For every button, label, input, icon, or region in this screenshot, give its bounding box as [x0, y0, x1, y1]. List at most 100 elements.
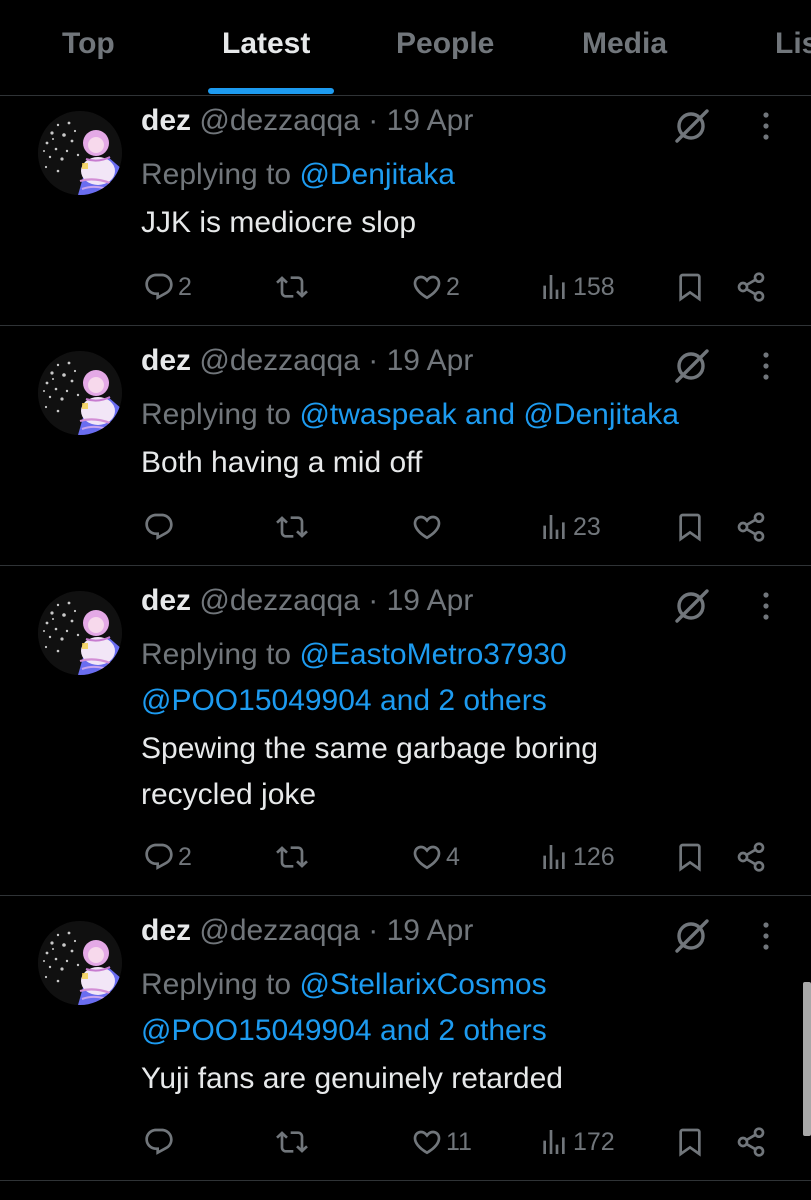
replying-to-label: Replying to — [141, 398, 300, 431]
repost-button[interactable] — [276, 1122, 311, 1162]
tweet-actions: 11 172 — [0, 1122, 811, 1162]
avatar[interactable] — [38, 111, 122, 195]
handle[interactable]: @dezzaqqa — [199, 914, 360, 947]
tab-lists[interactable]: Lis — [775, 27, 811, 61]
tweet-header: dez @dezzaqqa · 19 Apr — [141, 584, 473, 618]
separator: · — [368, 344, 379, 377]
view-count: 126 — [573, 842, 615, 871]
share-button[interactable] — [735, 267, 767, 307]
avatar[interactable] — [38, 591, 122, 675]
bookmark-button[interactable] — [674, 267, 706, 307]
repost-button[interactable] — [276, 267, 311, 307]
mention-link[interactable]: @Denjitaka — [299, 158, 455, 191]
timestamp[interactable]: 19 Apr — [387, 584, 474, 617]
like-button[interactable]: 4 — [411, 837, 460, 877]
mention-link[interactable]: @POO15049904 and 2 others — [141, 1008, 791, 1054]
display-name[interactable]: dez — [141, 914, 191, 947]
handle[interactable]: @dezzaqqa — [199, 584, 360, 617]
tab-people[interactable]: People — [396, 27, 494, 61]
reply-button[interactable]: 2 — [143, 267, 192, 307]
like-count: 4 — [446, 842, 460, 871]
reply-count: 2 — [178, 272, 192, 301]
timestamp[interactable]: 19 Apr — [387, 344, 474, 377]
bookmark-button[interactable] — [674, 507, 706, 547]
search-tabs: Top Latest People Media Lis — [0, 0, 811, 96]
like-button[interactable]: 11 — [411, 1122, 472, 1162]
tab-latest[interactable]: Latest — [222, 27, 310, 61]
views-button[interactable]: 172 — [538, 1122, 615, 1162]
grok-icon[interactable] — [672, 916, 712, 956]
reply-button[interactable]: 2 — [143, 837, 192, 877]
repost-button[interactable] — [276, 507, 311, 547]
handle[interactable]: @dezzaqqa — [199, 104, 360, 137]
more-icon[interactable] — [752, 920, 780, 952]
view-count: 23 — [573, 512, 601, 541]
reply-button[interactable] — [143, 507, 178, 547]
tab-media[interactable]: Media — [582, 27, 667, 61]
avatar[interactable] — [38, 921, 122, 1005]
repost-icon — [276, 841, 308, 873]
active-tab-indicator — [208, 88, 334, 94]
tweet-header: dez @dezzaqqa · 19 Apr — [141, 344, 473, 378]
repost-button[interactable] — [276, 837, 311, 877]
like-button[interactable]: 2 — [411, 267, 460, 307]
timestamp[interactable]: 19 Apr — [387, 104, 474, 137]
bookmark-button[interactable] — [674, 837, 706, 877]
replying-to: Replying to @StellarixCosmos @POO1504990… — [141, 962, 791, 1054]
repost-icon — [276, 511, 308, 543]
bookmark-icon — [674, 271, 706, 303]
bookmark-icon — [674, 841, 706, 873]
share-button[interactable] — [735, 837, 767, 877]
mention-link[interactable]: @StellarixCosmos — [299, 968, 546, 1001]
tweet[interactable]: dez @dezzaqqa · 19 Apr Replying to @twas… — [0, 326, 811, 566]
tweet-text-line: recycled joke — [141, 778, 317, 811]
mention-link[interactable]: @Denjitaka — [523, 398, 679, 431]
tweet[interactable]: dez @dezzaqqa · 19 Apr Replying to @East… — [0, 566, 811, 896]
tweet-text: JJK is mediocre slop — [141, 200, 761, 246]
bookmark-button[interactable] — [674, 1122, 706, 1162]
tweet-actions: 23 — [0, 507, 811, 547]
timestamp[interactable]: 19 Apr — [387, 914, 474, 947]
tweet[interactable]: dez @dezzaqqa · 19 Apr Replying to @Denj… — [0, 96, 811, 326]
like-count: 11 — [446, 1127, 472, 1156]
reply-button[interactable] — [143, 1122, 178, 1162]
share-button[interactable] — [735, 507, 767, 547]
view-count: 172 — [573, 1127, 615, 1156]
reply-icon — [143, 1126, 175, 1158]
grok-icon[interactable] — [672, 586, 712, 626]
scrollbar[interactable] — [803, 982, 811, 1136]
tweet-text: Yuji fans are genuinely retarded — [141, 1056, 761, 1102]
replying-to-label: Replying to — [141, 638, 300, 671]
share-icon — [735, 271, 767, 303]
grok-icon[interactable] — [672, 106, 712, 146]
reply-count: 2 — [178, 842, 192, 871]
reply-icon — [143, 511, 175, 543]
like-count: 2 — [446, 272, 460, 301]
more-icon[interactable] — [752, 350, 780, 382]
share-button[interactable] — [735, 1122, 767, 1162]
views-button[interactable]: 23 — [538, 507, 601, 547]
reply-icon — [143, 841, 175, 873]
separator: · — [368, 914, 379, 947]
avatar[interactable] — [38, 351, 122, 435]
mention-link[interactable]: @twaspeak — [299, 398, 456, 431]
tweet-text: Spewing the same garbage boring recycled… — [141, 726, 761, 818]
replying-to: Replying to @EastoMetro37930 @POO1504990… — [141, 632, 791, 724]
display-name[interactable]: dez — [141, 584, 191, 617]
mention-link[interactable]: @POO15049904 and 2 others — [141, 678, 791, 724]
more-icon[interactable] — [752, 590, 780, 622]
handle[interactable]: @dezzaqqa — [199, 344, 360, 377]
display-name[interactable]: dez — [141, 344, 191, 377]
more-icon[interactable] — [752, 110, 780, 142]
views-icon — [538, 511, 570, 543]
display-name[interactable]: dez — [141, 104, 191, 137]
tweet-text-line: Yuji fans are genuinely retarded — [141, 1062, 563, 1095]
views-button[interactable]: 126 — [538, 837, 615, 877]
views-button[interactable]: 158 — [538, 267, 615, 307]
tweet[interactable]: dez @dezzaqqa · 19 Apr Replying to @Stel… — [0, 896, 811, 1181]
views-icon — [538, 841, 570, 873]
mention-link[interactable]: @EastoMetro37930 — [299, 638, 566, 671]
tab-top[interactable]: Top — [62, 27, 115, 61]
grok-icon[interactable] — [672, 346, 712, 386]
like-button[interactable] — [411, 507, 446, 547]
